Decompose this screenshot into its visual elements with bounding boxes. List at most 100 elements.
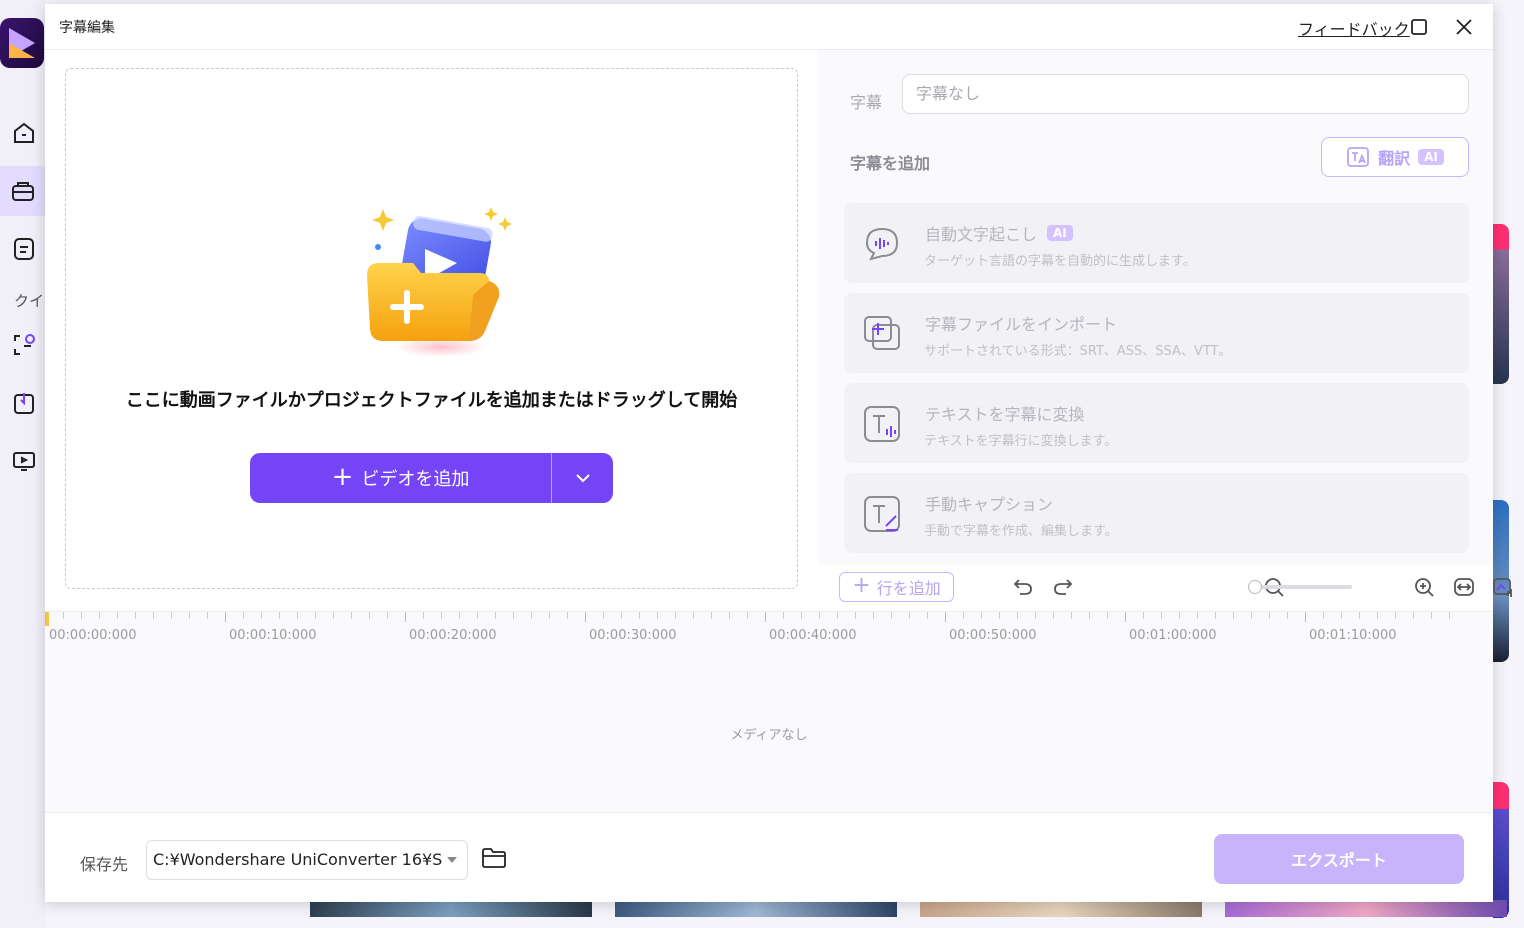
speech-bubble-icon — [865, 227, 899, 261]
ruler-tick — [657, 612, 658, 619]
subtitle-label: 字幕 — [850, 93, 883, 112]
ruler-tick — [567, 612, 568, 619]
ruler-tick — [1053, 612, 1054, 619]
zoom-slider-knob[interactable] — [1248, 580, 1262, 594]
ruler-tick — [927, 612, 928, 619]
ruler-tick — [549, 612, 550, 619]
ruler-tick — [369, 612, 370, 619]
background-thumbnail — [1493, 224, 1509, 384]
tick-label: 00:00:30:000 — [589, 628, 677, 643]
fit-width-icon[interactable] — [1452, 575, 1476, 599]
ruler-tick — [1413, 612, 1414, 619]
ruler-tick — [45, 612, 46, 622]
ruler-tick — [225, 612, 226, 622]
ruler-tick — [1089, 612, 1090, 619]
close-icon[interactable] — [1451, 14, 1477, 40]
feedback-link[interactable]: フィードバック — [1298, 16, 1410, 40]
save-path-select[interactable]: C:¥Wondershare UniConverter 16¥S — [146, 840, 468, 880]
ruler-tick — [117, 612, 118, 619]
ruler-tick — [261, 612, 262, 619]
ruler-tick — [1017, 612, 1018, 619]
ruler-tick — [837, 612, 838, 619]
ruler-tick — [333, 612, 334, 619]
option-manual-caption[interactable]: 手動キャプション 手動で字幕を作成、編集します。 — [844, 473, 1469, 553]
ruler-tick — [1161, 612, 1162, 619]
ruler-tick — [747, 612, 748, 619]
add-line-button[interactable]: + 行を追加 — [839, 572, 954, 602]
toolbox-icon[interactable] — [0, 166, 46, 216]
ruler-tick — [909, 612, 910, 619]
ruler-tick — [153, 612, 154, 619]
ruler-tick — [81, 612, 82, 619]
zoom-in-icon[interactable] — [1412, 575, 1436, 599]
ruler-tick — [1071, 612, 1072, 619]
timeline-ruler[interactable]: 00:00:00:000 00:00:10:000 00:00:20:000 0… — [45, 612, 1493, 646]
ruler-tick — [1323, 612, 1324, 619]
option-description: サポートされている形式：SRT、ASS、SSA、VTT。 — [924, 344, 1232, 359]
option-title: 自動文字起こし AI — [925, 221, 1073, 245]
mobile-transfer-icon[interactable] — [9, 388, 39, 418]
translate-button[interactable]: 翻訳 AI — [1321, 137, 1469, 177]
video-drop-zone[interactable]: ここに動画ファイルかプロジェクトファイルを追加またはドラッグして開始 + ビデオ… — [65, 68, 798, 589]
save-location-label: 保存先 — [80, 855, 129, 874]
tick-label: 00:00:10:000 — [229, 628, 317, 643]
home-icon[interactable] — [9, 118, 39, 148]
ruler-tick — [459, 612, 460, 619]
ruler-tick — [387, 612, 388, 619]
export-button[interactable]: エクスポート — [1214, 834, 1464, 884]
ruler-tick — [189, 612, 190, 619]
dialog-title: 字幕編集 — [59, 20, 115, 36]
ruler-tick — [1269, 612, 1270, 619]
option-title: 字幕ファイルをインポート — [925, 315, 1118, 334]
ruler-tick — [1305, 612, 1306, 622]
undo-icon[interactable] — [1011, 575, 1035, 599]
option-description: ターゲット言語の字幕を自動的に生成します。 — [924, 254, 1196, 269]
ruler-tick — [765, 612, 766, 622]
subtitle-select[interactable]: 字幕なし — [902, 74, 1469, 114]
ruler-tick — [1233, 612, 1234, 619]
background-thumbnail-row — [310, 900, 1510, 917]
subtitle-editor-dialog: 字幕編集 フィードバック ここに動画ファイルかプロジェクトファイルを追加またはド… — [45, 4, 1512, 902]
tick-label: 00:01:10:000 — [1309, 628, 1397, 643]
ai-tools-icon[interactable] — [9, 330, 39, 360]
ruler-tick — [423, 612, 424, 619]
ruler-tick — [783, 612, 784, 619]
subtitle-panel: 字幕 字幕なし 字幕を追加 翻訳 AI 自動文字起こし AI ターゲット言語の字… — [818, 50, 1493, 565]
add-video-button[interactable]: + ビデオを追加 — [250, 453, 551, 503]
ruler-tick — [1341, 612, 1342, 619]
ruler-tick — [819, 612, 820, 619]
zoom-slider[interactable] — [1248, 580, 1352, 594]
ruler-tick — [1251, 612, 1252, 619]
ruler-tick — [891, 612, 892, 619]
background-thumbnail — [1493, 782, 1509, 918]
screen-recorder-icon[interactable] — [9, 446, 39, 476]
redo-icon[interactable] — [1051, 575, 1075, 599]
maximize-icon[interactable] — [1406, 14, 1432, 40]
document-icon[interactable] — [9, 234, 39, 264]
import-subtitle-icon — [864, 316, 900, 350]
tick-label: 00:00:50:000 — [949, 628, 1037, 643]
subtitle-style-icon[interactable] — [1491, 575, 1515, 599]
timeline[interactable]: 00:00:00:000 00:00:10:000 00:00:20:000 0… — [45, 611, 1493, 812]
ruler-tick — [1287, 612, 1288, 619]
ruler-tick — [603, 612, 604, 619]
folder-icon[interactable] — [481, 847, 507, 871]
manual-caption-icon — [864, 496, 900, 532]
option-description: 手動で字幕を作成、編集します。 — [924, 524, 1118, 539]
option-import-subtitle[interactable]: 字幕ファイルをインポート サポートされている形式：SRT、ASS、SSA、VTT… — [844, 293, 1469, 373]
ruler-tick — [99, 612, 100, 619]
ruler-tick — [1143, 612, 1144, 619]
ai-badge: AI — [1047, 225, 1073, 241]
ruler-tick — [63, 612, 64, 619]
add-video-dropdown[interactable] — [552, 453, 613, 503]
plus-icon: + — [852, 573, 871, 598]
chevron-down-icon — [575, 474, 590, 483]
ruler-tick — [1395, 612, 1396, 619]
option-title: テキストを字幕に変換 — [925, 405, 1085, 424]
ruler-tick — [711, 612, 712, 619]
ruler-tick — [513, 612, 514, 619]
option-auto-transcribe[interactable]: 自動文字起こし AI ターゲット言語の字幕を自動的に生成します。 — [844, 203, 1469, 283]
option-text-to-subtitle[interactable]: テキストを字幕に変換 テキストを字幕行に変換します。 — [844, 383, 1469, 463]
option-title-text: 自動文字起こし — [925, 225, 1038, 244]
option-description: テキストを字幕行に変換します。 — [924, 434, 1118, 449]
